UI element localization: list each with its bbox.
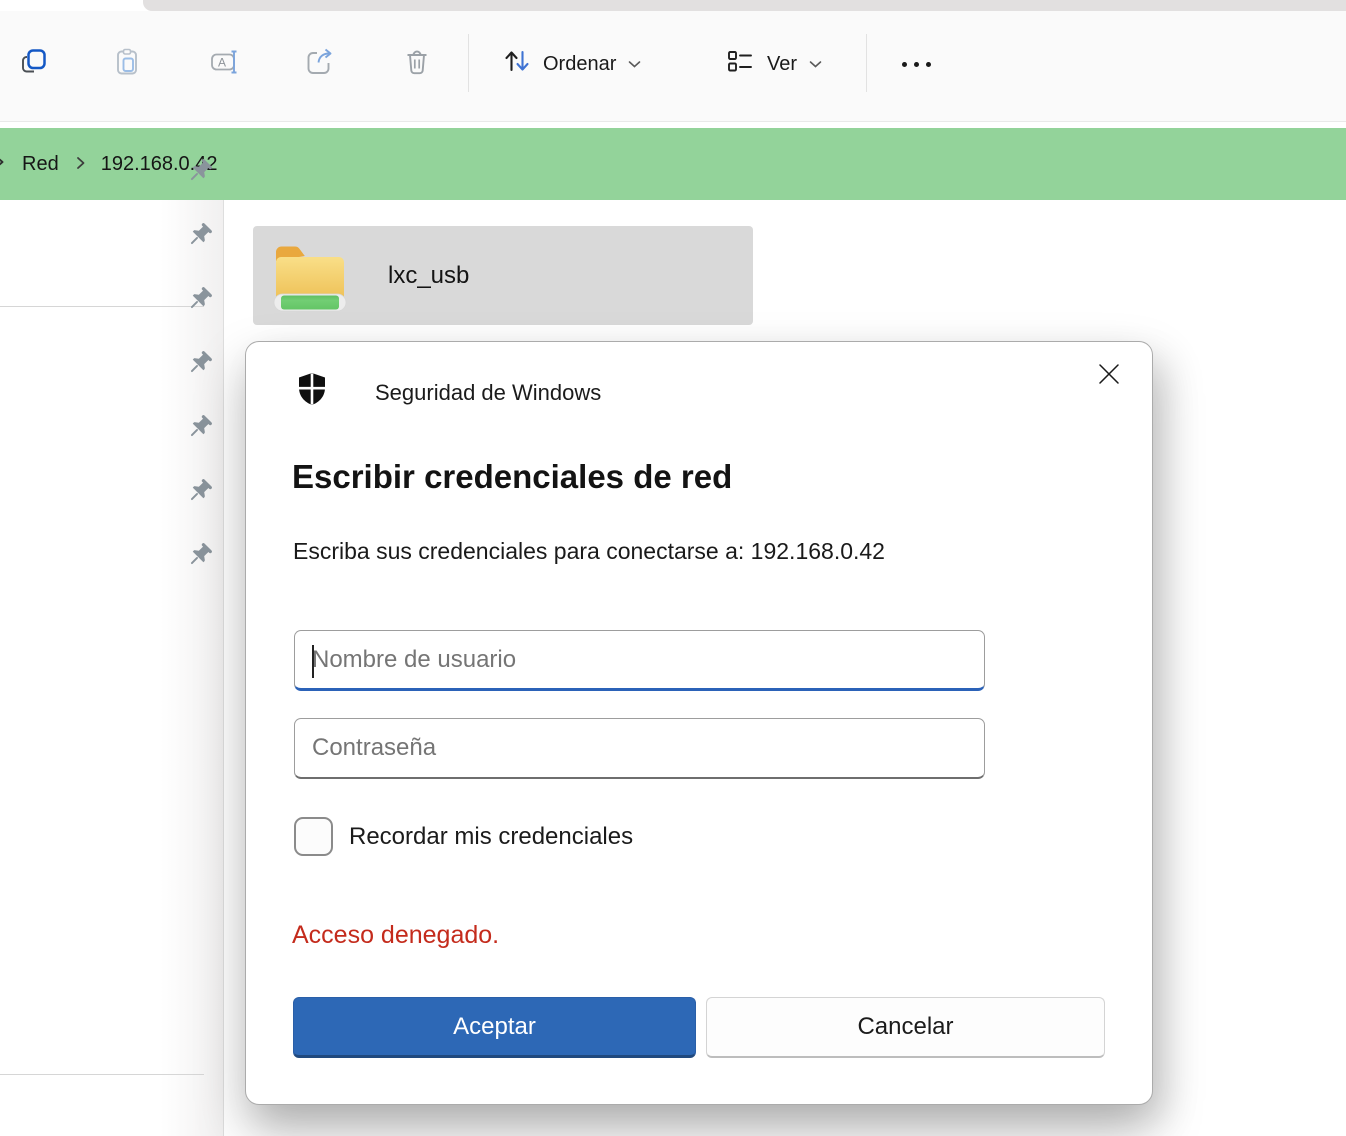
dialog-subtitle: Escriba sus credenciales para conectarse… [293,538,885,565]
delete-button[interactable] [389,36,445,92]
paste-icon [112,46,144,83]
pushpin-icon[interactable] [186,285,214,313]
password-input[interactable] [294,718,985,779]
toolbar-separator [468,34,469,92]
windows-security-dialog: Seguridad de Windows Escribir credencial… [245,341,1153,1105]
command-toolbar: A [0,11,1346,122]
view-dropdown[interactable]: Ver [714,36,833,92]
chevron-down-icon [627,53,642,76]
tab-strip-background [143,0,1346,11]
accept-button[interactable]: Aceptar [293,997,696,1058]
text-caret [312,645,314,678]
network-folder-icon [268,234,352,318]
cancel-button[interactable]: Cancelar [706,997,1105,1058]
error-message: Acceso denegado. [292,921,499,950]
windows-security-shield-icon [296,372,328,411]
navigation-pane [0,200,224,1136]
pushpin-icon[interactable] [186,413,214,441]
share-icon [304,46,336,83]
dialog-app-title: Seguridad de Windows [375,380,601,406]
chevron-right-icon [0,153,7,176]
folder-item-lxc-usb[interactable]: lxc_usb [253,226,753,325]
svg-text:A: A [218,55,226,69]
dialog-title: Escribir credenciales de red [292,458,732,496]
chevron-right-icon [76,153,87,176]
pushpin-icon[interactable] [186,157,214,185]
close-icon [1097,362,1121,389]
toolbar-separator [866,34,867,92]
pushpin-icon[interactable] [186,349,214,377]
remember-credentials-checkbox[interactable] [294,817,333,856]
copy-button[interactable] [7,36,63,92]
sort-icon [502,46,532,82]
pushpin-icon[interactable] [186,221,214,249]
close-button[interactable] [1088,354,1130,396]
folder-name: lxc_usb [388,262,469,290]
share-button[interactable] [292,36,348,92]
view-icon [724,45,756,83]
nav-divider [0,1074,204,1075]
pushpin-icon[interactable] [186,541,214,569]
tab-strip [0,0,1346,11]
breadcrumb-network[interactable]: Red [22,153,59,176]
pushpin-icon[interactable] [186,477,214,505]
username-input[interactable] [294,630,985,691]
rename-button[interactable]: A [197,36,253,92]
copy-icon [19,46,51,83]
nav-divider [0,306,204,307]
chevron-down-icon [808,53,823,76]
trash-icon [401,46,433,83]
more-options-button[interactable] [888,36,944,92]
remember-credentials-label[interactable]: Recordar mis credenciales [349,823,633,851]
more-icon [902,62,931,67]
view-label: Ver [767,53,797,76]
sort-dropdown[interactable]: Ordenar [492,36,652,92]
sort-label: Ordenar [543,53,616,76]
paste-button[interactable] [100,36,156,92]
rename-icon: A [209,46,241,83]
